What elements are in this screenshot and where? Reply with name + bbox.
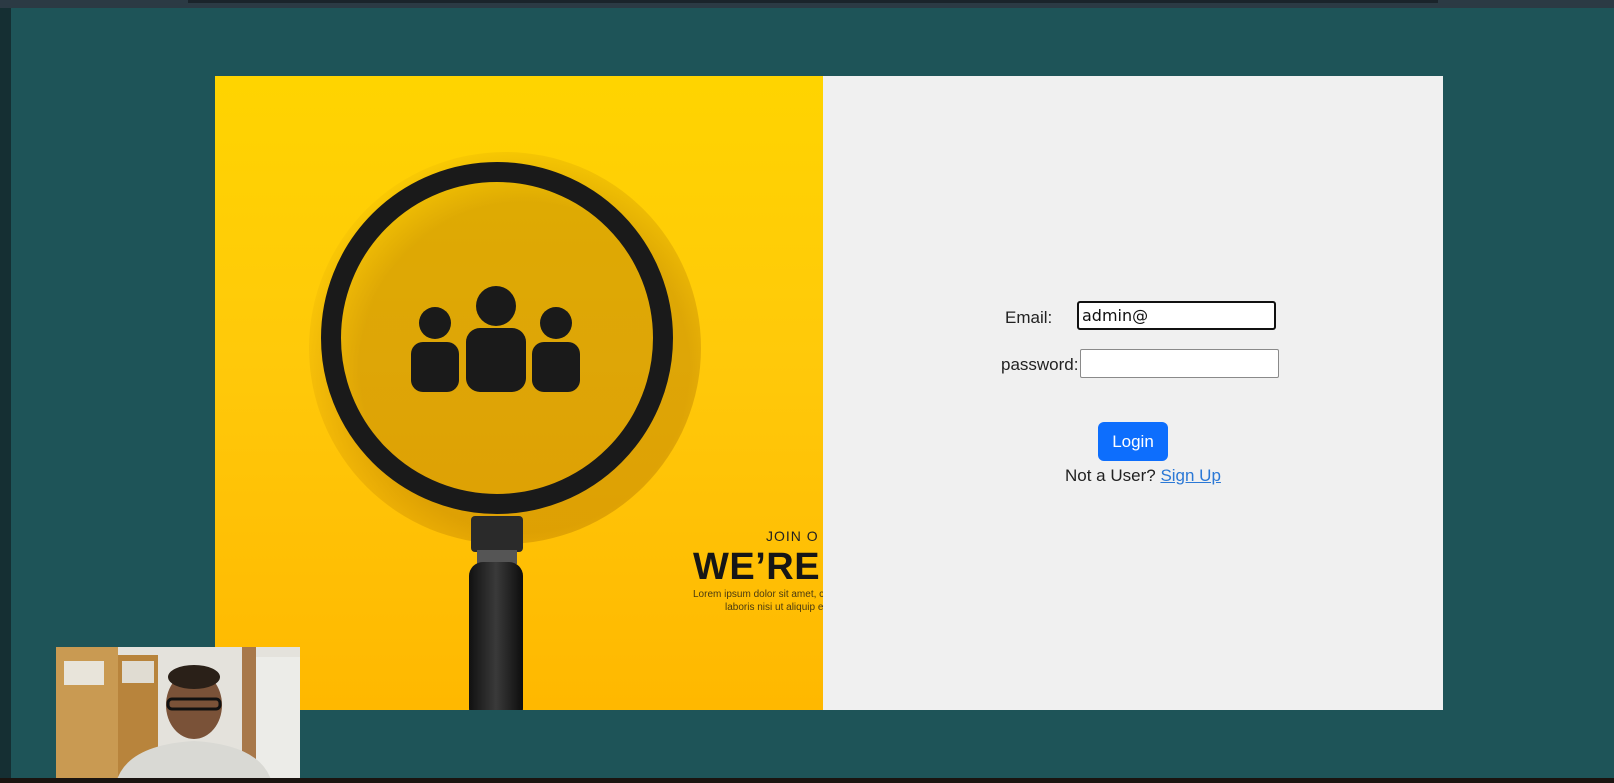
browser-top-bar-strip <box>188 0 1438 3</box>
handle-ring <box>477 550 517 564</box>
email-label: Email: <box>1005 308 1053 327</box>
webcam-video-frame <box>56 647 300 783</box>
left-edge-strip <box>0 8 11 783</box>
magnifier-illustration <box>309 152 701 710</box>
password-input[interactable] <box>1080 349 1279 378</box>
password-label: password: <box>1001 355 1079 374</box>
promo-body-line-2: laboris nisi ut aliquip e <box>725 602 823 613</box>
webcam-overlay <box>56 647 300 783</box>
promo-body-line-1: Lorem ipsum dolor sit amet, c <box>693 589 823 600</box>
handle-grip <box>469 562 523 710</box>
login-button[interactable]: Login <box>1098 422 1168 461</box>
email-input[interactable] <box>1077 301 1276 330</box>
promo-join-text: JOIN O <box>766 528 819 544</box>
login-form-panel: Email: password: Login Not a User? Sign … <box>823 76 1443 710</box>
bottom-edge-strip <box>0 778 1614 783</box>
signup-prompt: Not a User? Sign Up <box>1065 466 1221 486</box>
not-a-user-text: Not a User? <box>1065 466 1156 485</box>
handle-collar <box>471 516 523 552</box>
signup-link[interactable]: Sign Up <box>1160 466 1220 485</box>
promo-headline: WE’RE <box>693 546 821 588</box>
promo-panel: JOIN O WE’RE Lorem ipsum dolor sit amet,… <box>215 76 823 710</box>
browser-top-bar <box>0 0 1614 8</box>
login-card: JOIN O WE’RE Lorem ipsum dolor sit amet,… <box>215 76 1443 710</box>
